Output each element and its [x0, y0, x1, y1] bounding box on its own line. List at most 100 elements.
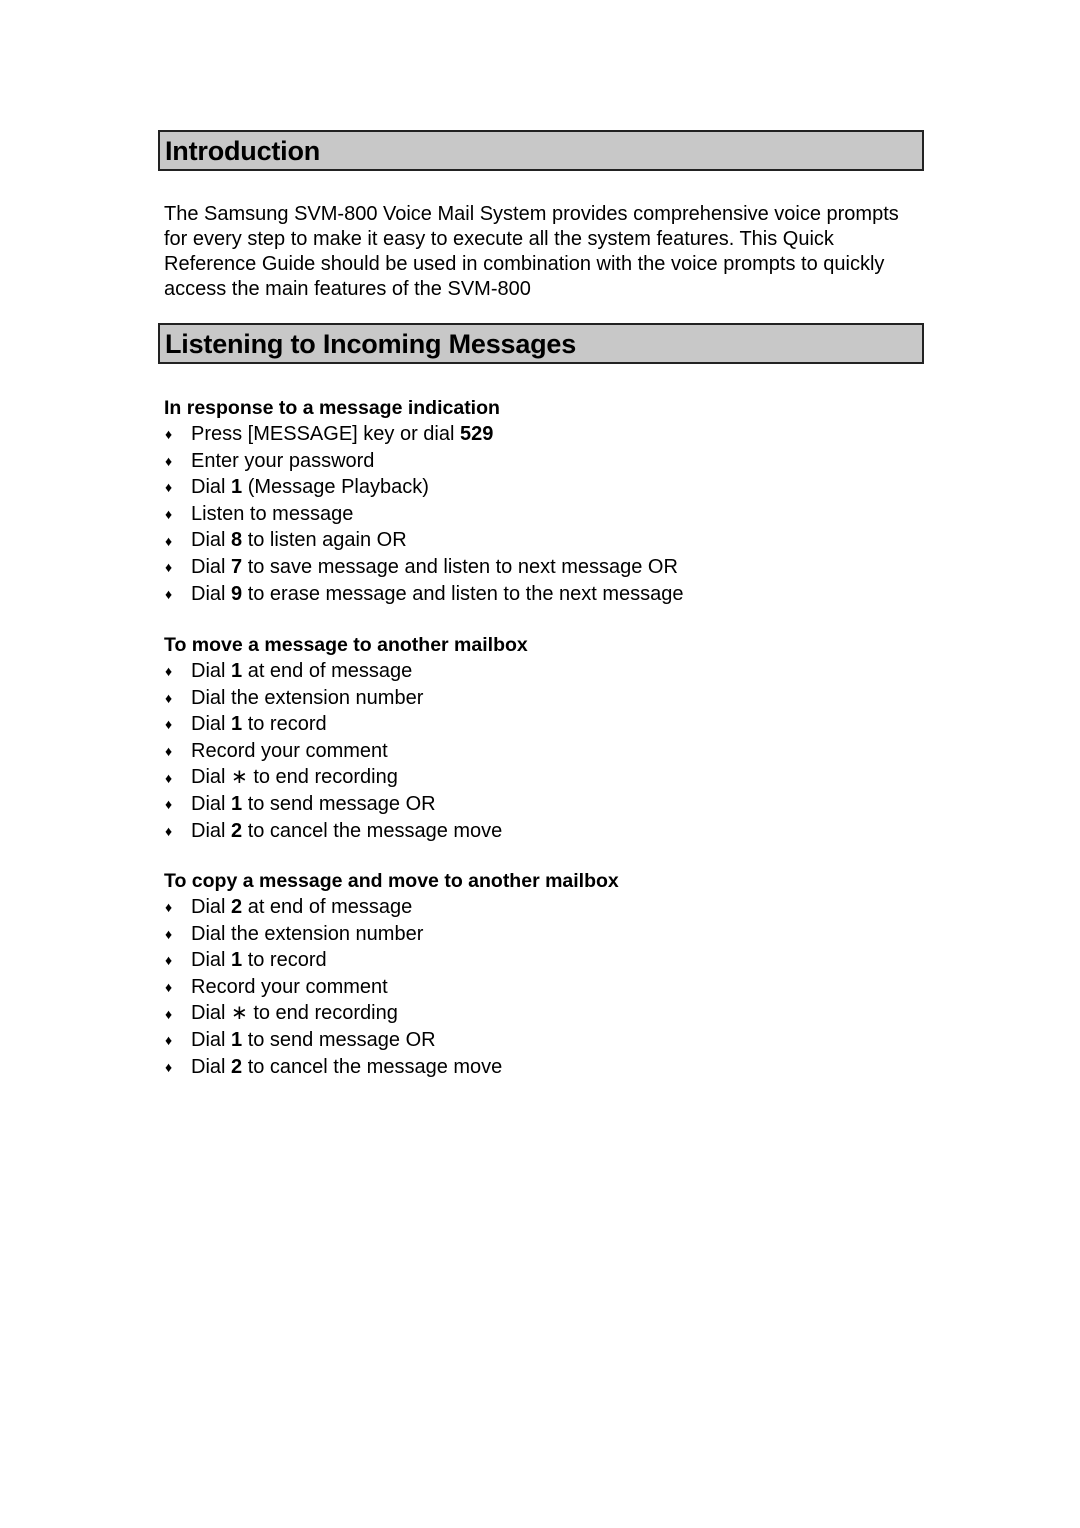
diamond-bullet-icon: ♦ [165, 663, 173, 680]
diamond-bullet-icon: ♦ [165, 899, 173, 916]
step-text-post: to cancel the message move [242, 819, 503, 842]
step-text: Dial 1 to send message OR [191, 791, 436, 818]
step-text: Dial 1 to record [191, 947, 327, 974]
step-text: Dial 1 at end of message [191, 658, 412, 685]
diamond-bullet-icon: ♦ [165, 822, 173, 839]
step-item: ♦ Record your comment [164, 738, 528, 765]
step-item: ♦ Dial 1 to send message OR [164, 1027, 619, 1054]
step-text-post: to erase message and listen to the next … [242, 582, 684, 605]
step-text-pre: Dial [191, 555, 232, 578]
message-indication-block: In response to a message indication ♦ Pre… [164, 395, 684, 607]
diamond-bullet-icon: ♦ [165, 1005, 173, 1022]
diamond-bullet-icon: ♦ [165, 1058, 173, 1075]
step-text-post: (Message Playback) [242, 476, 429, 499]
step-text: Dial 8 to listen again OR [191, 527, 407, 554]
step-text-pre: Record your comment [191, 975, 388, 998]
dial-key: 2 [231, 819, 243, 842]
step-text-pre: Dial the extension number [191, 686, 424, 709]
step-text-pre: Dial [191, 713, 232, 736]
step-text-post: at end of message [242, 896, 413, 918]
step-text: Record your comment [191, 738, 388, 765]
step-text-post: to save message and listen to next messa… [242, 555, 678, 578]
step-text-pre: Dial [191, 660, 232, 682]
step-text-pre: Dial [191, 819, 232, 842]
step-item: ♦ Dial 2 to cancel the message move [164, 818, 528, 845]
step-text-pre: Press [MESSAGE] key or dial [191, 423, 460, 445]
step-text-post: to cancel the message move [242, 1055, 503, 1078]
step-text: Press [MESSAGE] key or dial 529 [191, 421, 493, 448]
step-text-pre: Dial the extension number [191, 922, 424, 945]
diamond-bullet-icon: ♦ [165, 1032, 173, 1049]
step-item: ♦ Dial the extension number [164, 921, 619, 948]
introduction-body: The Samsung SVM-800 Voice Mail System pr… [164, 203, 899, 300]
step-item: ♦ Dial 1 at end of message [164, 658, 528, 685]
diamond-bullet-icon: ♦ [165, 925, 173, 942]
step-item: ♦ Dial 2 to cancel the message move [164, 1054, 619, 1081]
step-item: ♦ Dial 1 to record [164, 947, 619, 974]
block-heading: To move a message to another mailbox [164, 634, 528, 656]
step-item: ♦ Dial 8 to listen again OR [164, 527, 684, 554]
step-text: Dial 1 to record [191, 711, 327, 738]
step-item: ♦ Enter your password [164, 448, 684, 475]
dial-key: 1 [231, 660, 243, 682]
step-item: ♦ Dial 1 (Message Playback) [164, 474, 684, 501]
step-text-pre: Dial [191, 1055, 232, 1078]
step-text-pre: Dial ∗ to end recording [191, 766, 398, 789]
diamond-bullet-icon: ♦ [165, 689, 173, 706]
step-item: ♦ Record your comment [164, 974, 619, 1001]
diamond-bullet-icon: ♦ [165, 479, 173, 496]
diamond-bullet-icon: ♦ [165, 769, 173, 786]
diamond-bullet-icon: ♦ [165, 532, 173, 549]
step-text-pre: Dial [191, 949, 232, 972]
step-text: Record your comment [191, 974, 388, 1001]
step-text-post: to record [242, 949, 327, 972]
step-text-pre: Dial ∗ to end recording [191, 1002, 398, 1025]
dial-key: 529 [459, 423, 494, 445]
diamond-bullet-icon: ♦ [165, 952, 173, 969]
step-text-post: to record [242, 713, 327, 736]
dial-key: 2 [231, 1055, 243, 1078]
step-item: ♦ Dial ∗ to end recording [164, 1000, 619, 1027]
step-text: Dial 1 to send message OR [191, 1027, 436, 1054]
step-item: ♦ Dial 2 at end of message [164, 894, 619, 921]
step-item: ♦ Dial 1 to record [164, 711, 528, 738]
step-text: Dial 2 to cancel the message move [191, 1054, 502, 1081]
diamond-bullet-icon: ♦ [165, 559, 173, 576]
diamond-bullet-icon: ♦ [165, 979, 173, 996]
step-item: ♦ Dial the extension number [164, 685, 528, 712]
block-heading: To copy a message and move to another ma… [164, 870, 619, 892]
diamond-bullet-icon: ♦ [165, 426, 173, 443]
dial-key: 8 [231, 529, 243, 552]
step-item: ♦ Press [MESSAGE] key or dial 529 [164, 421, 684, 448]
step-list: ♦ Dial 2 at end of message ♦ Dial the exten… [164, 894, 619, 1080]
step-text-pre: Listen to message [191, 502, 354, 525]
step-text-post: to send message OR [242, 792, 436, 815]
step-text-pre: Enter your password [191, 449, 375, 472]
listening-header: Listening to Incoming Messages [158, 323, 924, 364]
step-item: ♦ Dial ∗ to end recording [164, 764, 528, 791]
step-text-post: to send message OR [242, 1028, 436, 1051]
move-message-block: To move a message to another mailbox ♦ Di… [164, 632, 528, 844]
step-text-pre: Dial [191, 476, 232, 499]
step-text: Dial 7 to save message and listen to nex… [191, 554, 678, 581]
step-text-pre: Dial [191, 896, 232, 918]
step-text-post: at end of message [242, 660, 413, 682]
block-heading: In response to a message indication [164, 397, 500, 419]
diamond-bullet-icon: ♦ [165, 585, 173, 602]
step-text-pre: Dial [191, 582, 232, 605]
step-text-pre: Record your comment [191, 739, 388, 762]
introduction-title: Introduction [165, 136, 321, 166]
step-text: Dial ∗ to end recording [191, 1000, 398, 1027]
step-item: ♦ Dial 9 to erase message and listen to t… [164, 581, 684, 608]
step-text-pre: Dial [191, 792, 232, 815]
dial-key: 1 [231, 1028, 243, 1051]
step-text: Dial 1 (Message Playback) [191, 474, 429, 501]
listening-title: Listening to Incoming Messages [165, 329, 577, 359]
step-text: Enter your password [191, 448, 374, 475]
dial-key: 7 [231, 555, 243, 578]
step-list: ♦ Dial 1 at end of message ♦ Dial the exten… [164, 658, 528, 844]
diamond-bullet-icon: ♦ [165, 743, 173, 760]
step-text: Dial the extension number [191, 685, 423, 712]
step-text: Dial 2 to cancel the message move [191, 818, 502, 845]
diamond-bullet-icon: ♦ [165, 506, 173, 523]
